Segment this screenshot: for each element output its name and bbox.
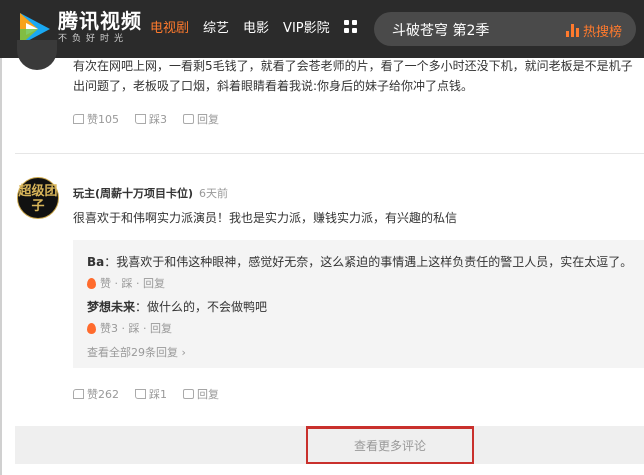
- reply-actions: 赞 · 踩 · 回复: [87, 275, 165, 291]
- reply-author[interactable]: Ba: [87, 255, 104, 269]
- bar-chart-icon: [565, 24, 579, 37]
- avatar[interactable]: [17, 40, 57, 70]
- grid-menu-icon[interactable]: [343, 20, 357, 33]
- view-all-replies-link[interactable]: 查看全部29条回复 ›: [87, 344, 186, 360]
- nav-item-vip-cinema[interactable]: VIP影院: [283, 17, 330, 36]
- flame-icon: [87, 322, 96, 334]
- view-all-label: 查看全部29条回复: [87, 346, 178, 359]
- reply-text: ：我喜欢于和伟这种眼神，感觉好无奈，这么紧迫的事情遇上这样负责任的警卫人员，实在…: [104, 255, 633, 269]
- comment-time: 6天前: [199, 187, 228, 200]
- comment-text: 很喜欢于和伟啊实力派演员！我也是实力派，赚钱实力派，有兴趣的私信: [73, 211, 458, 225]
- left-edge-line: [0, 0, 2, 475]
- reply-icon: [183, 389, 194, 399]
- chevron-right-icon: ›: [181, 346, 186, 359]
- comment-text: 有次在网吧上网，一看剩5毛钱了，就看了会苍老师的片，看了一个多小时还没下机，就问…: [73, 59, 633, 93]
- reply-action-links[interactable]: 赞3 · 踩 · 回复: [100, 320, 172, 336]
- comment-actions: 赞262 踩1 回复: [73, 386, 219, 402]
- like-count: 赞262: [87, 388, 119, 401]
- load-more-comments-button[interactable]: 查看更多评论: [306, 426, 474, 464]
- main-nav: 电视剧 综艺 电影 VIP影院: [150, 17, 357, 36]
- thumb-up-icon: [73, 114, 84, 124]
- reply-label: 回复: [197, 113, 219, 126]
- reply-actions: 赞3 · 踩 · 回复: [87, 320, 172, 336]
- reply-button[interactable]: 回复: [183, 111, 219, 127]
- username[interactable]: 玩主(周薪十万项目卡位): [73, 185, 193, 201]
- top-navigation-bar: 腾讯视频 不负好时光 电视剧 综艺 电影 VIP影院 斗破苍穹 第2季 热搜榜: [0, 0, 644, 58]
- like-button[interactable]: 赞105: [73, 111, 119, 127]
- like-button[interactable]: 赞262: [73, 386, 119, 402]
- reply-button[interactable]: 回复: [183, 386, 219, 402]
- reply-label: 回复: [197, 388, 219, 401]
- flame-icon: [87, 277, 96, 289]
- nav-item-movie[interactable]: 电影: [243, 17, 269, 36]
- dislike-count: 踩1: [149, 388, 167, 401]
- nav-item-variety[interactable]: 综艺: [203, 17, 229, 36]
- comment-actions: 赞105 踩3 回复: [73, 111, 219, 127]
- like-count: 赞105: [87, 113, 119, 126]
- reply-item: Ba：我喜欢于和伟这种眼神，感觉好无奈，这么紧迫的事情遇上这样负责任的警卫人员，…: [87, 253, 632, 270]
- hot-search-button[interactable]: 热搜榜: [565, 21, 622, 40]
- search-input[interactable]: 斗破苍穹 第2季: [392, 20, 489, 40]
- reply-icon: [183, 114, 194, 124]
- reply-author[interactable]: 梦想未来: [87, 300, 135, 314]
- divider: [15, 153, 644, 154]
- thumb-up-icon: [73, 389, 84, 399]
- nav-item-tv[interactable]: 电视剧: [150, 17, 189, 36]
- avatar[interactable]: 超级团子: [17, 177, 59, 219]
- thumb-down-icon: [135, 114, 146, 124]
- reply-action-links[interactable]: 赞 · 踩 · 回复: [100, 275, 165, 291]
- dislike-button[interactable]: 踩1: [135, 386, 167, 402]
- reply-text: ：做什么的，不会做鸭吧: [135, 300, 268, 314]
- search-box[interactable]: 斗破苍穹 第2季 热搜榜: [374, 12, 636, 46]
- thumb-down-icon: [135, 389, 146, 399]
- brand-slogan: 不负好时光: [58, 34, 129, 44]
- reply-box: Ba：我喜欢于和伟这种眼神，感觉好无奈，这么紧迫的事情遇上这样负责任的警卫人员，…: [73, 240, 644, 368]
- load-more-bar: 查看更多评论: [15, 426, 644, 464]
- hot-search-label: 热搜榜: [582, 25, 622, 40]
- brand[interactable]: 腾讯视频 不负好时光: [58, 9, 142, 45]
- reply-item: 梦想未来：做什么的，不会做鸭吧: [87, 298, 267, 315]
- brand-name: 腾讯视频: [58, 9, 142, 33]
- dislike-button[interactable]: 踩3: [135, 111, 167, 127]
- dislike-count: 踩3: [149, 113, 167, 126]
